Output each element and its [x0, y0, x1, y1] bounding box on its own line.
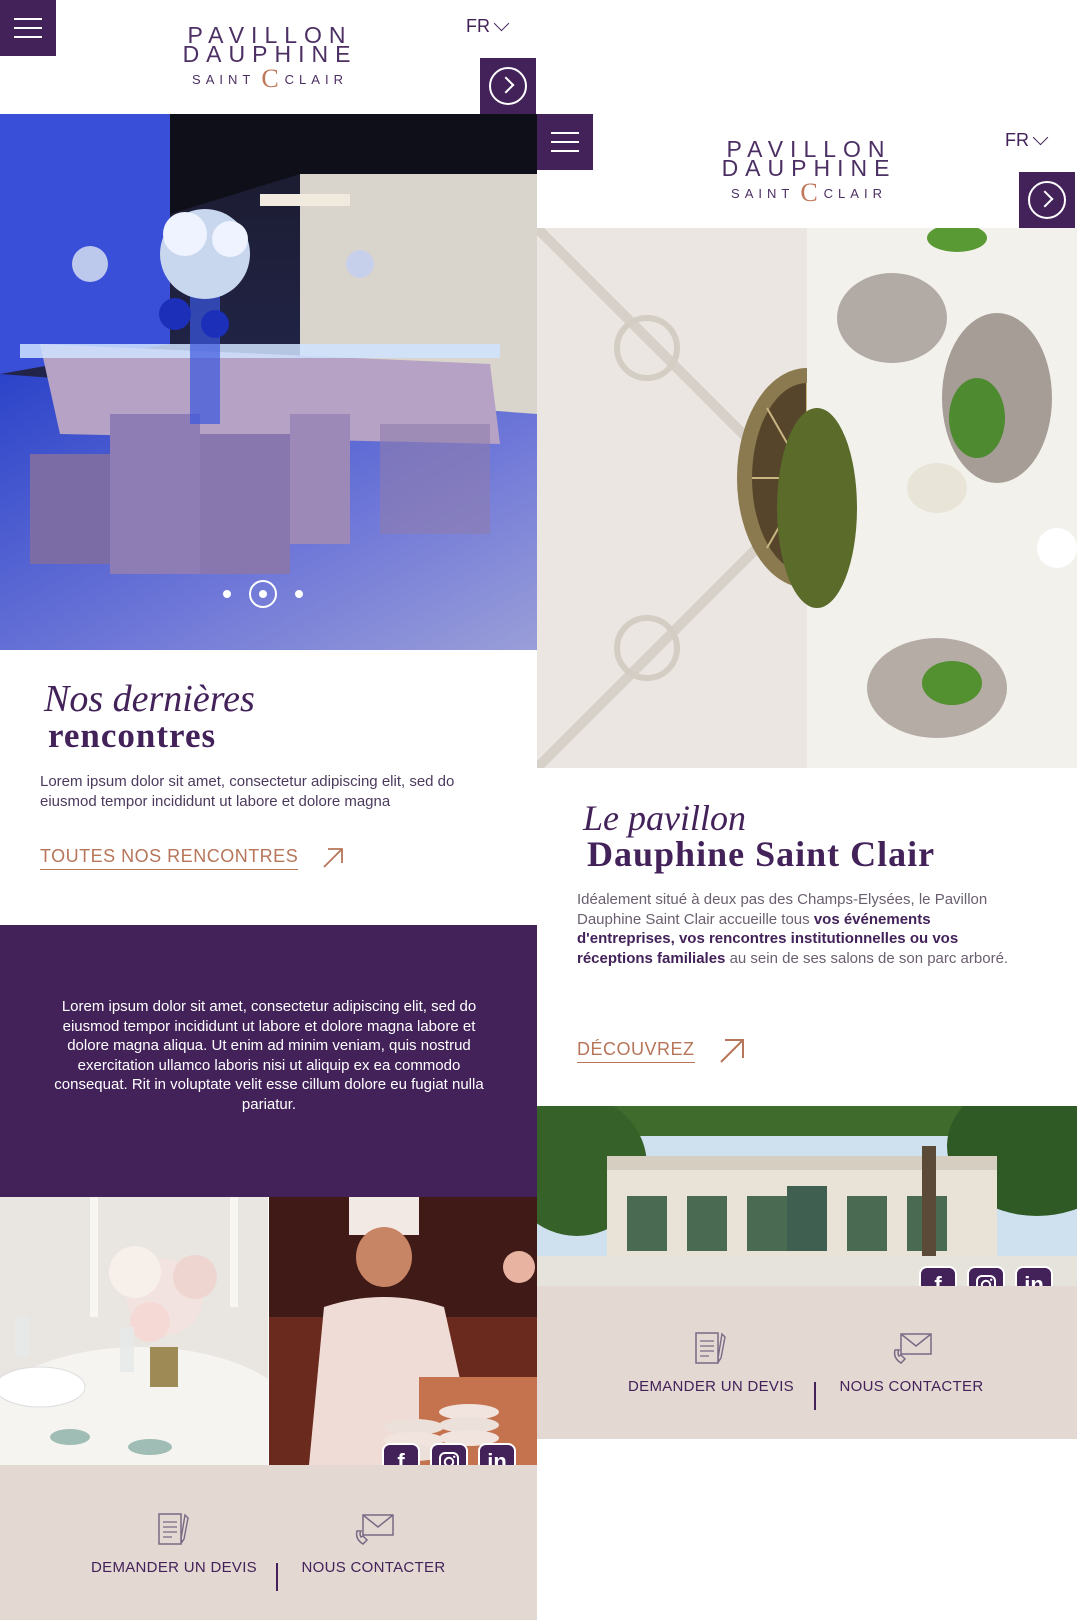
section-title-bold: Dauphine Saint Clair	[587, 834, 936, 874]
contact-us-label: NOUS CONTACTER	[301, 1559, 446, 1576]
intro-text-block: Lorem ipsum dolor sit amet, consectetur …	[0, 925, 537, 1197]
language-selector[interactable]: FR	[466, 15, 510, 37]
contact-us-button[interactable]: NOUS CONTACTER	[286, 1511, 461, 1576]
hamburger-menu-button[interactable]	[0, 0, 56, 56]
logo-line2: DAUPHINE	[721, 155, 897, 181]
document-pen-icon	[158, 1513, 189, 1545]
document-pen-icon	[695, 1332, 726, 1364]
slider-dot-3[interactable]	[295, 590, 303, 598]
phone-envelope-icon	[893, 1333, 932, 1364]
hamburger-menu-button[interactable]	[537, 114, 593, 170]
all-meetings-label: TOUTES NOS RENCONTRES	[40, 846, 299, 870]
slider-dot-1[interactable]	[223, 590, 231, 598]
quote-request-label: DEMANDER UN DEVIS	[91, 1559, 257, 1576]
next-button[interactable]	[1019, 172, 1075, 228]
table-setting-photo	[0, 1197, 268, 1465]
chevron-down-icon	[493, 15, 510, 32]
logo-line3: SAINT C CLAIR	[731, 178, 887, 207]
section-title-italic: Le pavillon	[583, 798, 746, 838]
hamburger-icon	[14, 11, 42, 45]
section-title-bold: rencontres	[48, 716, 217, 755]
next-button[interactable]	[480, 58, 536, 114]
table-setting-image	[0, 1197, 268, 1465]
chevron-down-icon	[1032, 129, 1049, 146]
arrow-right-circle-icon	[1028, 181, 1066, 219]
chef-photo	[269, 1197, 537, 1465]
left-screen: PAVILLON DAUPHINE SAINT C CLAIR FR Nos d…	[0, 0, 537, 1620]
ceiling-and-dish-photo	[537, 228, 1077, 768]
hero-image-ceiling-cuisine	[537, 228, 1077, 768]
arrow-up-right-icon	[323, 848, 344, 868]
meetings-section-title: Nos dernières rencontres	[44, 680, 504, 754]
discover-label: DÉCOUVREZ	[577, 1039, 695, 1063]
pavilion-exterior-image	[537, 1106, 1077, 1286]
meetings-description: Lorem ipsum dolor sit amet, consectetur …	[40, 773, 455, 810]
footer-divider	[276, 1563, 278, 1591]
pavillon-description: Idéalement situé à deux pas des Champs-E…	[577, 890, 1022, 968]
event-hall-photo	[0, 114, 537, 650]
arrow-up-right-icon	[719, 1039, 744, 1063]
footer-actions: DEMANDER UN DEVIS NOUS CONTACTER	[0, 1465, 537, 1620]
discover-link[interactable]: DÉCOUVREZ	[577, 1038, 745, 1064]
logo[interactable]: PAVILLON DAUPHINE SAINT C CLAIR	[709, 138, 909, 207]
description-part-2: au sein de ses salons de son parc arboré…	[725, 949, 1009, 967]
contact-us-button[interactable]: NOUS CONTACTER	[824, 1330, 999, 1395]
phone-envelope-icon	[355, 1514, 394, 1545]
pavillon-section-title: Le pavillon Dauphine Saint Clair	[583, 800, 1063, 872]
hero-image-event-hall	[0, 114, 537, 650]
arrow-right-circle-icon	[489, 67, 527, 105]
intro-paragraph: Lorem ipsum dolor sit amet, consectetur …	[54, 998, 484, 1113]
logo-line2: DAUPHINE	[182, 41, 358, 67]
footer-actions: DEMANDER UN DEVIS NOUS CONTACTER	[537, 1286, 1077, 1439]
language-label: FR	[1005, 130, 1029, 150]
quote-request-label: DEMANDER UN DEVIS	[628, 1378, 794, 1395]
language-selector[interactable]: FR	[1005, 129, 1049, 151]
right-screen: PAVILLON DAUPHINE SAINT C CLAIR FR Le pa…	[537, 114, 1077, 1439]
quote-request-button[interactable]: DEMANDER UN DEVIS	[621, 1330, 801, 1395]
pavilion-building-photo	[537, 1106, 1077, 1286]
slider-dots	[223, 580, 303, 608]
chef-image	[269, 1197, 537, 1465]
slider-dot-2-active[interactable]	[249, 580, 277, 608]
contact-us-label: NOUS CONTACTER	[839, 1378, 984, 1395]
section-title-italic: Nos dernières	[44, 678, 255, 720]
logo[interactable]: PAVILLON DAUPHINE SAINT C CLAIR	[170, 24, 370, 93]
language-label: FR	[466, 16, 490, 36]
quote-request-button[interactable]: DEMANDER UN DEVIS	[84, 1511, 264, 1576]
hamburger-icon	[551, 125, 579, 159]
logo-line3: SAINT C CLAIR	[192, 64, 348, 93]
footer-divider	[814, 1382, 816, 1410]
all-meetings-link[interactable]: TOUTES NOS RENCONTRES	[40, 846, 344, 870]
